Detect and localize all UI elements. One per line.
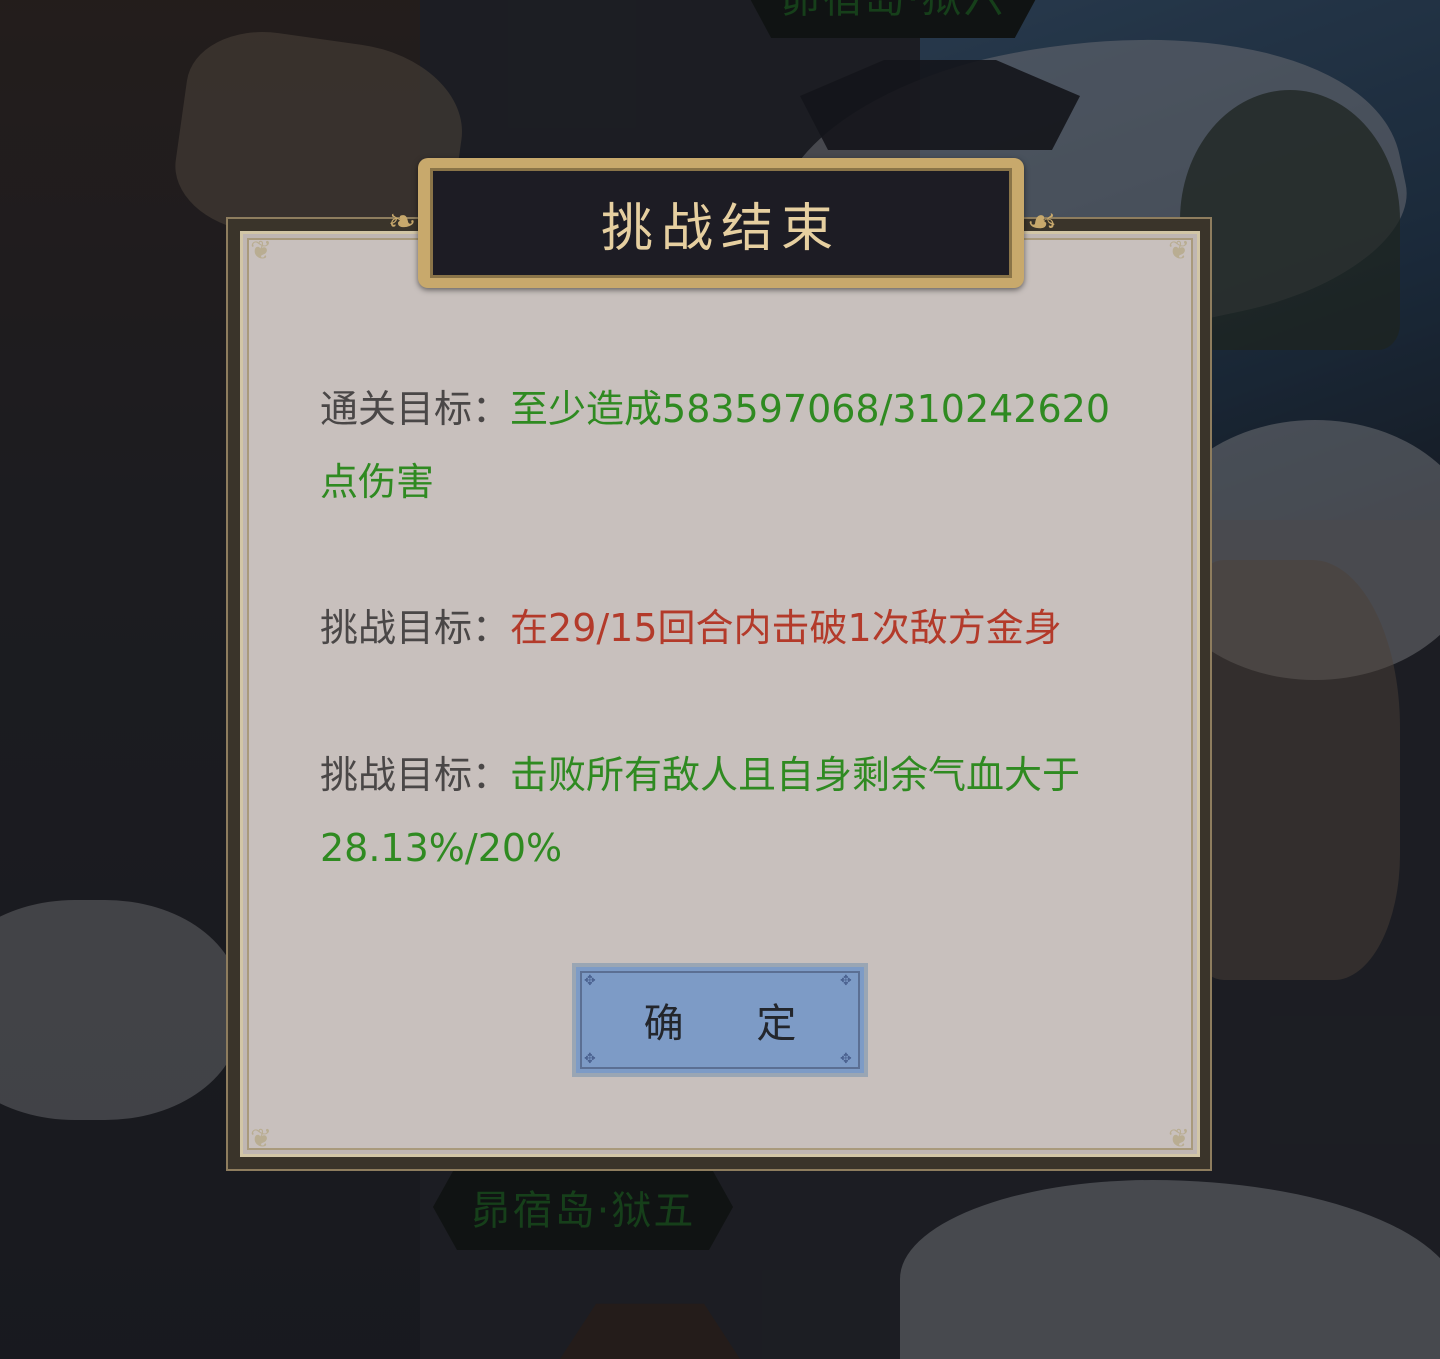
corner-ornament-icon: ❦ [1168, 1124, 1190, 1154]
corner-ornament-icon: ❦ [250, 236, 272, 266]
dialog-title-bar: 挑战结束 [430, 168, 1012, 278]
clear-goal: 通关目标：至少造成583597068/310242620点伤害 [320, 373, 1130, 519]
title-ornament-left-icon: ❧ [387, 202, 417, 242]
button-corner-icon: ✥ [584, 1051, 626, 1067]
button-corner-icon: ✥ [840, 1051, 882, 1067]
confirm-button-label: 确 定 [643, 1001, 827, 1047]
challenge-goal-2: 挑战目标：击败所有敌人且自身剩余气血大于28.13%/20% [320, 739, 1130, 885]
button-corner-icon: ✥ [584, 973, 626, 989]
goal-text: 在29/15回合内击破1次敌方金身 [510, 606, 1062, 650]
confirm-button[interactable]: ✥ ✥ ✥ ✥ 确 定 [572, 963, 868, 1077]
challenge-goal-1: 挑战目标：在29/15回合内击破1次敌方金身 [320, 592, 1130, 665]
corner-ornament-icon: ❦ [250, 1124, 272, 1154]
goal-label: 挑战目标： [320, 606, 511, 650]
button-corner-icon: ✥ [840, 973, 882, 989]
goal-label: 通关目标： [320, 387, 511, 431]
corner-ornament-icon: ❦ [1168, 236, 1190, 266]
goal-label: 挑战目标： [320, 753, 511, 797]
title-ornament-right-icon: ☙ [1026, 202, 1058, 242]
dialog-title: 挑战结束 [600, 198, 841, 259]
